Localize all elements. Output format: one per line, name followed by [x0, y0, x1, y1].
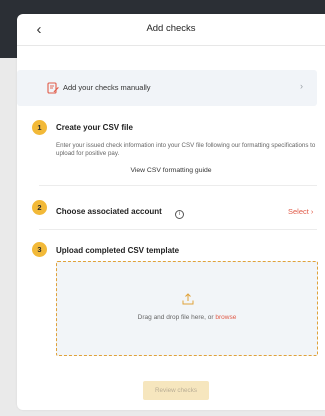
- edit-document-icon: [47, 82, 59, 94]
- add-manually-label: Add your checks manually: [63, 83, 151, 92]
- panel-header: ‹ Add checks: [17, 14, 325, 46]
- step-3-title: Upload completed CSV template: [56, 246, 180, 255]
- add-manually-row[interactable]: Add your checks manually ›: [17, 70, 317, 106]
- step-1-badge: 1: [32, 120, 47, 135]
- step-2-badge: 2: [32, 200, 47, 215]
- add-checks-panel: ‹ Add checks Add your checks manually › …: [17, 14, 325, 410]
- upload-icon: [182, 293, 194, 305]
- step-2-title: Choose associated account: [56, 207, 162, 216]
- file-dropzone[interactable]: Drag and drop file here, or browse: [56, 261, 318, 356]
- step-3-badge: 3: [32, 242, 47, 257]
- dropzone-instruction: Drag and drop file here, or: [137, 314, 216, 321]
- step-1-description: Enter your issued check information into…: [56, 142, 316, 157]
- divider: [39, 229, 317, 230]
- chevron-right-icon: ›: [300, 81, 303, 91]
- browse-link[interactable]: browse: [215, 314, 236, 321]
- divider: [39, 185, 317, 186]
- csv-guide-link[interactable]: View CSV formatting guide: [17, 167, 325, 174]
- step-1-title: Create your CSV file: [56, 123, 133, 132]
- info-icon[interactable]: i: [175, 210, 184, 219]
- page-title: Add checks: [146, 23, 196, 34]
- dropzone-text: Drag and drop file here, or browse: [57, 314, 317, 321]
- select-account-link[interactable]: Select ›: [288, 207, 313, 216]
- review-checks-button[interactable]: Review checks: [143, 381, 209, 400]
